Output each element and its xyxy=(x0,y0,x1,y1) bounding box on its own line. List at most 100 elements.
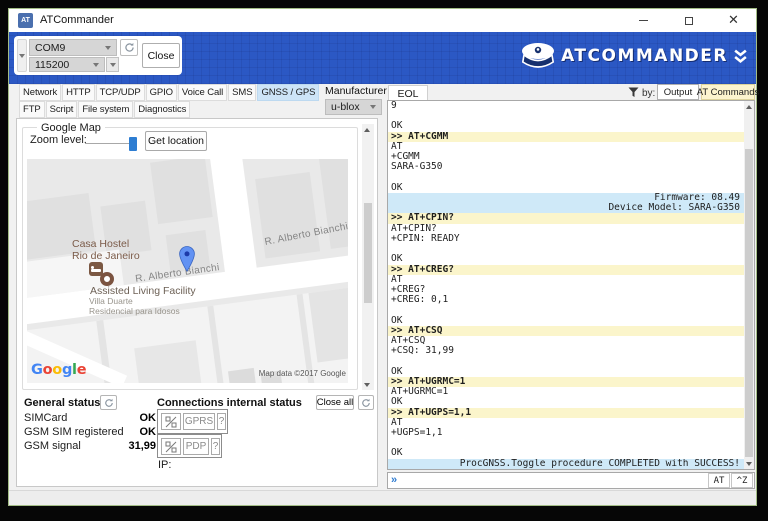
panel-scrollbar[interactable] xyxy=(362,124,374,390)
window-title: ATCommander xyxy=(40,14,114,26)
chevron-double-down-icon[interactable] xyxy=(734,49,747,64)
terminal-line: >> AT+CREG? xyxy=(388,264,744,275)
general-status-title: General status xyxy=(24,397,101,409)
zoom-slider-thumb[interactable] xyxy=(129,137,137,151)
connect-toggle-icon[interactable] xyxy=(161,413,181,430)
terminal-line: Device Model: SARA-G350 xyxy=(388,203,744,214)
ip-label: IP: xyxy=(158,459,172,471)
pdp-button[interactable]: PDP xyxy=(183,438,209,455)
terminal-line: SARA-G350 xyxy=(391,162,443,173)
status-row: GSM signal 31,99 xyxy=(24,439,156,453)
refresh-icon xyxy=(104,398,113,407)
title-bar: AT ATCommander ✕ xyxy=(9,9,756,32)
scroll-up-icon[interactable] xyxy=(362,124,372,135)
command-input[interactable] xyxy=(397,473,708,488)
get-location-button[interactable]: Get location xyxy=(145,131,207,151)
tab-eol[interactable]: EOL xyxy=(388,85,428,101)
scroll-down-icon[interactable] xyxy=(362,379,372,390)
tab-network[interactable]: Network xyxy=(19,84,62,101)
filter-at-commands-button[interactable]: AT Commands xyxy=(697,84,759,100)
status-value: OK xyxy=(139,412,157,424)
zoom-level-label: Zoom level: xyxy=(30,134,87,146)
terminal-line: >> AT+UGPS=1,1 xyxy=(388,407,744,418)
tab-sms[interactable]: SMS xyxy=(228,84,257,101)
header-bar: COM9 115200 Close ATCOMMANDER xyxy=(9,32,756,84)
panel-scroll-thumb[interactable] xyxy=(364,203,372,303)
tab-http[interactable]: HTTP xyxy=(62,84,95,101)
app-icon: AT xyxy=(18,13,33,28)
scroll-up-icon[interactable] xyxy=(744,101,754,112)
tab-gnss-gps[interactable]: GNSS / GPS xyxy=(257,84,320,101)
terminal-line: +CPIN: READY xyxy=(391,233,460,244)
terminal-scroll-thumb[interactable] xyxy=(745,149,753,457)
map-attribution: Map data ©2017 Google xyxy=(258,369,346,378)
map-label-assisted-sub: Villa Duarte Residencial para Idosos xyxy=(89,296,180,316)
terminal-line: AT+CSQ xyxy=(391,336,426,347)
com-port-select[interactable]: COM9 xyxy=(29,39,117,56)
scroll-down-icon[interactable] xyxy=(744,458,754,469)
zoom-slider-track[interactable] xyxy=(85,143,135,144)
terminal-output[interactable]: 9 OK >> AT+CGMM AT +CGMM SARA-G350 OK Firmware:… xyxy=(387,100,755,470)
map-pin-icon[interactable] xyxy=(179,245,195,273)
gprs-help-button[interactable]: ? xyxy=(217,413,226,430)
filter-output-button[interactable]: Output xyxy=(657,84,699,100)
terminal-scrollbar[interactable] xyxy=(744,101,754,469)
terminal-line: +CSQ: 31,99 xyxy=(391,346,454,357)
tab-tcp-udp[interactable]: TCP/UDP xyxy=(95,84,145,101)
minimize-button[interactable] xyxy=(621,9,666,32)
tab-gpio[interactable]: GPIO xyxy=(145,84,177,101)
gnss-panel: Google Map Zoom level: Get location Casa… xyxy=(16,118,378,487)
close-port-button[interactable]: Close xyxy=(142,43,180,68)
google-map[interactable]: Casa Hostel Rio de Janeiro Assisted Livin… xyxy=(27,159,348,383)
baud-dropdown-button[interactable] xyxy=(106,57,119,72)
gprs-button[interactable]: GPRS xyxy=(183,413,215,430)
status-strip xyxy=(9,490,756,505)
map-label-casa-hostel: Casa Hostel Rio de Janeiro xyxy=(72,238,140,262)
status-value: OK xyxy=(139,426,157,438)
google-map-group: Google Map Zoom level: Get location Casa… xyxy=(22,122,358,390)
terminal-line: OK xyxy=(391,366,403,377)
terminal-line: AT xyxy=(391,274,403,285)
poi-icon xyxy=(100,272,114,286)
terminal-line: OK xyxy=(391,182,403,193)
prompt-icon: » xyxy=(391,474,398,486)
terminal-line: OK xyxy=(391,315,403,326)
brand: ATCOMMANDER xyxy=(521,42,747,70)
terminal-line: AT+CPIN? xyxy=(391,223,437,234)
google-map-group-title: Google Map xyxy=(37,122,105,134)
status-value: 31,99 xyxy=(128,440,156,452)
baud-rate-select[interactable]: 115200 xyxy=(29,57,105,72)
tab-ftp[interactable]: FTP xyxy=(19,101,45,118)
terminal-line: AT+UGRMC=1 xyxy=(391,387,449,398)
tab-voice-call[interactable]: Voice Call xyxy=(177,84,228,101)
tab-script[interactable]: Script xyxy=(45,101,78,118)
terminal-lines: 9 OK >> AT+CGMM AT +CGMM SARA-G350 OK Firmware:… xyxy=(388,101,744,469)
terminal-line: >> AT+UGRMC=1 xyxy=(388,376,744,388)
ctrl-z-button[interactable]: ^Z xyxy=(731,473,753,488)
port-expander[interactable] xyxy=(17,39,27,72)
port-group: COM9 115200 Close xyxy=(14,36,182,75)
google-logo: Google xyxy=(31,362,87,378)
general-status-refresh-button[interactable] xyxy=(100,395,117,410)
close-button[interactable]: ✕ xyxy=(711,9,756,32)
terminal-line: >> AT+CGMM xyxy=(388,131,744,142)
close-all-button[interactable]: Close all xyxy=(316,395,354,410)
manufacturer-value: u-blox xyxy=(331,101,360,113)
at-button[interactable]: AT xyxy=(708,473,730,488)
chevron-down-icon xyxy=(93,62,99,67)
refresh-ports-button[interactable] xyxy=(120,39,138,56)
connections-refresh-button[interactable] xyxy=(358,395,374,410)
tab-file-system[interactable]: File system xyxy=(78,101,134,118)
pdp-help-button[interactable]: ? xyxy=(211,438,220,455)
close-icon: ✕ xyxy=(728,13,739,28)
connect-toggle-icon[interactable] xyxy=(161,438,181,455)
tab-bar-secondary: FTP Script File system Diagnostics xyxy=(19,101,191,118)
maximize-button[interactable] xyxy=(666,9,711,32)
manufacturer-select[interactable]: u-blox xyxy=(325,99,382,115)
tab-diagnostics[interactable]: Diagnostics xyxy=(134,101,191,118)
